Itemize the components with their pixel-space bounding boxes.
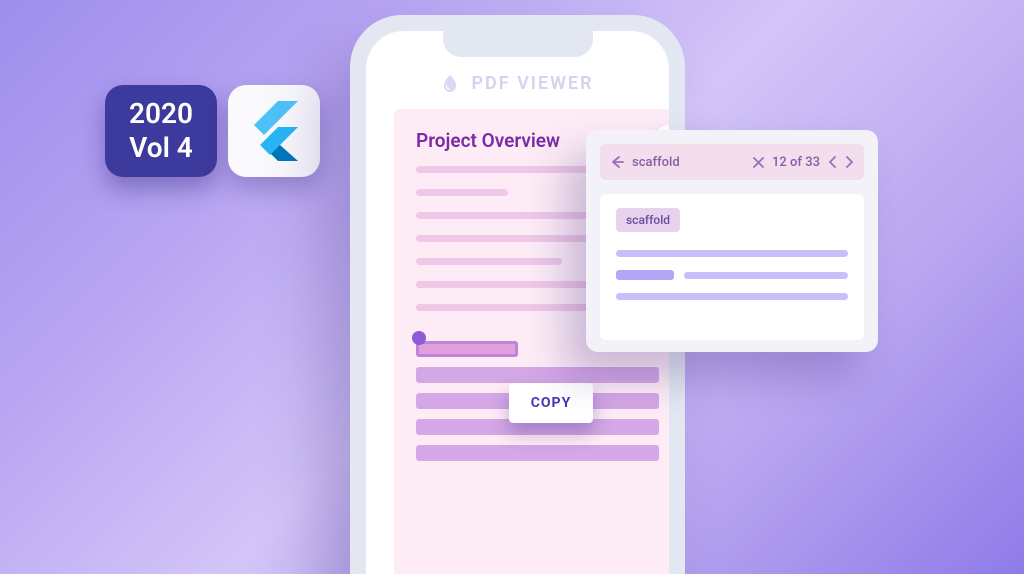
- back-icon[interactable]: [610, 155, 624, 169]
- phone-notch: [443, 31, 593, 57]
- app-bar: PDF VIEWER: [366, 61, 669, 105]
- badge-volume: Vol 4: [129, 131, 193, 165]
- next-result-icon[interactable]: [845, 156, 854, 168]
- copy-button[interactable]: COPY: [509, 383, 593, 423]
- search-chip[interactable]: scaffold: [616, 208, 680, 232]
- text-selection[interactable]: COPY: [394, 341, 669, 461]
- search-panel: scaffold 12 of 33 scaffold: [586, 130, 878, 352]
- flutter-icon: [250, 101, 298, 161]
- clear-icon[interactable]: [753, 157, 764, 168]
- result-count: 12 of 33: [772, 155, 820, 170]
- badge-year: 2020: [129, 97, 193, 131]
- pdf-icon: [441, 73, 459, 93]
- text-line: [416, 189, 508, 196]
- search-term[interactable]: scaffold: [632, 155, 680, 170]
- result-line: [616, 270, 848, 280]
- selected-line: [416, 341, 518, 357]
- app-bar-title: PDF VIEWER: [471, 73, 593, 94]
- release-badge: 2020 Vol 4: [105, 85, 217, 177]
- result-line-rest: [684, 272, 848, 279]
- selection-handle-start[interactable]: [412, 331, 426, 345]
- selected-line: [416, 367, 659, 383]
- search-result-preview: scaffold: [600, 194, 864, 340]
- prev-result-icon[interactable]: [828, 156, 837, 168]
- copy-label: COPY: [531, 395, 572, 411]
- search-bar: scaffold 12 of 33: [600, 144, 864, 180]
- result-line: [616, 250, 848, 257]
- flutter-logo-tile: [228, 85, 320, 177]
- text-line: [416, 258, 562, 265]
- selected-line: [416, 445, 659, 461]
- result-line: [616, 293, 848, 300]
- result-highlight: [616, 270, 674, 280]
